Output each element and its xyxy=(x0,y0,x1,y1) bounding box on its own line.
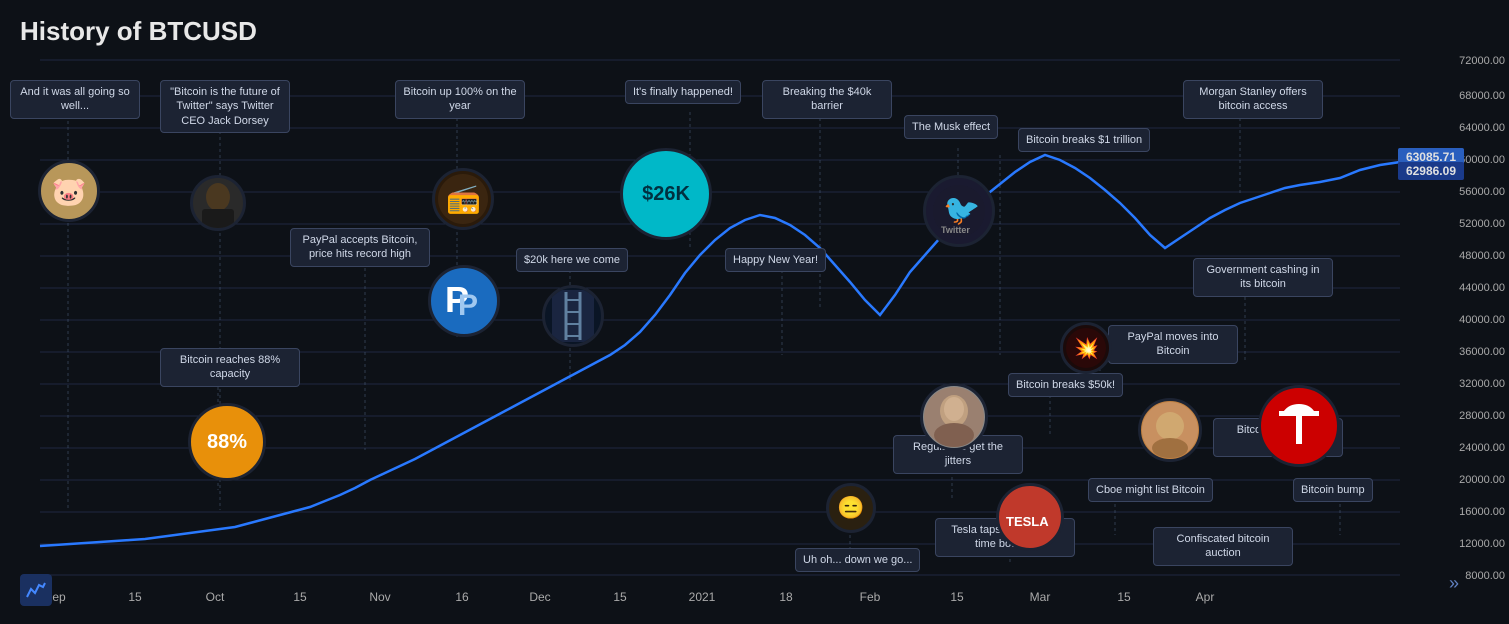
circle-icon-musk-twitter: 🐦Twitter xyxy=(923,175,995,247)
x-label-dec: Dec xyxy=(529,590,550,604)
circle-icon-regulator xyxy=(920,383,988,451)
y-label-44000: 44000.00 xyxy=(1459,282,1505,294)
y-label-12000: 12000.00 xyxy=(1459,538,1505,550)
y-label-28000: 28000.00 xyxy=(1459,410,1505,422)
circle-icon-tesla-bounce: TESLA xyxy=(996,483,1064,551)
svg-text:P: P xyxy=(458,289,478,322)
y-label-56000: 56000.00 xyxy=(1459,186,1505,198)
y-label-72000: 72000.00 xyxy=(1459,55,1505,67)
y-label-40000: 40000.00 xyxy=(1459,314,1505,326)
x-label-mar: Mar xyxy=(1030,590,1051,604)
annotation-1-trillion: Bitcoin breaks $1 trillion xyxy=(1018,128,1150,152)
svg-text:TESLA: TESLA xyxy=(1006,514,1049,529)
annotation-40k-barrier: Breaking the $40k barrier xyxy=(762,80,892,119)
circle-icon-ladder xyxy=(542,285,604,347)
x-label-15c: 15 xyxy=(613,590,626,604)
circle-icon-radio: 📻 xyxy=(432,168,494,230)
annotation-50k: Bitcoin breaks $50k! xyxy=(1008,373,1123,397)
annotation-down-we-go: Uh oh... down we go... xyxy=(795,548,920,572)
circle-icon-88pct: 88% xyxy=(188,403,266,481)
y-label-16000: 16000.00 xyxy=(1459,506,1505,518)
annotation-musk-effect: The Musk effect xyxy=(904,115,998,139)
circle-icon-morgan xyxy=(1138,398,1202,462)
annotation-all-going-well: And it was all going so well... xyxy=(10,80,140,119)
x-label-18: 18 xyxy=(779,590,792,604)
x-label-feb: Feb xyxy=(860,590,881,604)
annotation-happy-new-year: Happy New Year! xyxy=(725,248,826,272)
svg-text:Twitter: Twitter xyxy=(941,225,970,235)
x-label-15a: 15 xyxy=(128,590,141,604)
chart-source-icon xyxy=(20,574,52,606)
x-label-oct: Oct xyxy=(206,590,225,604)
x-label-15b: 15 xyxy=(293,590,306,604)
y-label-36000: 36000.00 xyxy=(1459,346,1505,358)
svg-text:🐦: 🐦 xyxy=(943,194,980,227)
x-label-16: 16 xyxy=(455,590,468,604)
circle-icon-paypal: PP xyxy=(428,265,500,337)
circle-icon-dorsey xyxy=(190,175,246,231)
annotation-morgan-stanley: Morgan Stanley offers bitcoin access xyxy=(1183,80,1323,119)
annotation-20k: $20k here we come xyxy=(516,248,628,272)
y-label-24000: 24000.00 xyxy=(1459,442,1505,454)
y-label-48000: 48000.00 xyxy=(1459,250,1505,262)
price-badge-low: 62986.09 xyxy=(1398,162,1464,180)
y-label-32000: 32000.00 xyxy=(1459,378,1505,390)
annotation-100pct: Bitcoin up 100% on the year xyxy=(395,80,525,119)
x-label-2021: 2021 xyxy=(689,590,716,604)
annotation-paypal-accepts: PayPal accepts Bitcoin, price hits recor… xyxy=(290,228,430,267)
annotation-gov-cashing: Government cashing in its bitcoin xyxy=(1193,258,1333,297)
annotation-cboe: Cboe might list Bitcoin xyxy=(1088,478,1213,502)
y-label-20000: 20000.00 xyxy=(1459,474,1505,486)
circle-icon-sad: 😑 xyxy=(826,483,876,533)
annotation-88pct-capacity: Bitcoin reaches 88% capacity xyxy=(160,348,300,387)
annotation-jack-dorsey: "Bitcoin is the future of Twitter" says … xyxy=(160,80,290,133)
scroll-right-button[interactable]: » xyxy=(1449,573,1459,594)
x-label-15d: 15 xyxy=(950,590,963,604)
chart-container: History of BTCUSD xyxy=(0,0,1509,624)
x-label-nov: Nov xyxy=(369,590,390,604)
y-label-68000: 68000.00 xyxy=(1459,90,1505,102)
circle-icon-26k: $26K xyxy=(620,148,712,240)
circle-icon-paypal-bitcoin: 💥 xyxy=(1060,322,1112,374)
y-label-64000: 64000.00 xyxy=(1459,122,1505,134)
annotation-confiscated-auction: Confiscated bitcoin auction xyxy=(1153,527,1293,566)
y-label-60000: 60000.00 xyxy=(1459,154,1505,166)
annotation-bitcoin-bump: Bitcoin bump xyxy=(1293,478,1373,502)
circle-icon-bear: 🐷 xyxy=(38,160,100,222)
svg-text:💥: 💥 xyxy=(1074,336,1099,360)
x-label-apr: Apr xyxy=(1196,590,1215,604)
annotation-paypal-into: PayPal moves into Bitcoin xyxy=(1108,325,1238,364)
svg-text:📻: 📻 xyxy=(446,183,481,215)
y-label-8000: 8000.00 xyxy=(1465,570,1505,582)
y-label-52000: 52000.00 xyxy=(1459,218,1505,230)
circle-icon-tesla-big xyxy=(1258,385,1340,467)
x-label-15e: 15 xyxy=(1117,590,1130,604)
annotation-finally-happened: It's finally happened! xyxy=(625,80,741,104)
